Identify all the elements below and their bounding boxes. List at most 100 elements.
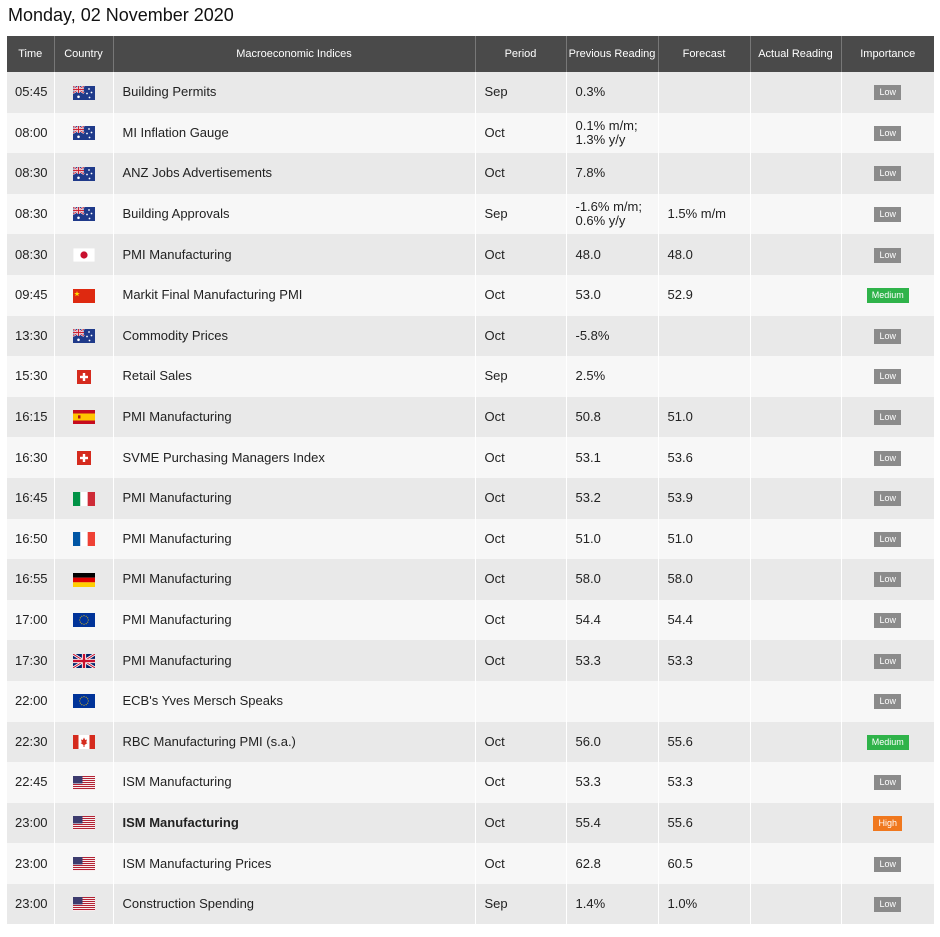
usa-flag-icon xyxy=(72,897,95,912)
table-row: 22:45 ISM Manufacturing Oct 53.3 53.3 Lo… xyxy=(7,762,934,803)
row-actual xyxy=(750,802,842,844)
row-country xyxy=(54,762,114,803)
australia-flag-icon xyxy=(72,207,95,222)
header-actual[interactable]: Actual Reading xyxy=(750,36,842,72)
importance-badge: Low xyxy=(874,694,901,710)
row-index-name[interactable]: Retail Sales xyxy=(113,356,476,397)
uk-flag-icon xyxy=(72,653,95,668)
importance-badge: Low xyxy=(874,369,901,385)
eu-flag-icon xyxy=(72,613,95,628)
row-period: Oct xyxy=(475,234,567,275)
row-index-name[interactable]: Building Approvals xyxy=(113,193,476,235)
row-index-name[interactable]: PMI Manufacturing xyxy=(113,518,476,560)
row-actual xyxy=(750,72,842,113)
row-country xyxy=(54,559,114,600)
row-forecast xyxy=(658,72,751,113)
row-importance: Low xyxy=(841,396,934,438)
row-index-name[interactable]: PMI Manufacturing xyxy=(113,559,476,600)
row-actual xyxy=(750,559,842,600)
table-row: 08:30 PMI Manufacturing Oct 48.0 48.0 Lo… xyxy=(7,234,934,275)
header-country[interactable]: Country xyxy=(54,36,114,72)
row-importance: Low xyxy=(841,680,934,722)
table-row: 22:00 ECB's Yves Mersch Speaks Low xyxy=(7,680,934,722)
row-previous: 53.1 xyxy=(566,437,659,478)
row-time: 22:00 xyxy=(7,680,55,722)
row-period: Sep xyxy=(475,72,567,113)
header-period[interactable]: Period xyxy=(475,36,567,72)
row-index-name[interactable]: Construction Spending xyxy=(113,883,476,925)
row-previous: 53.3 xyxy=(566,762,659,803)
row-index-name[interactable]: ISM Manufacturing Prices xyxy=(113,843,476,884)
row-actual xyxy=(750,518,842,560)
importance-badge: Low xyxy=(874,125,901,141)
row-period: Oct xyxy=(475,518,567,560)
row-country xyxy=(54,802,114,844)
row-time: 16:45 xyxy=(7,477,55,519)
row-country xyxy=(54,274,114,316)
row-importance: Medium xyxy=(841,274,934,316)
australia-flag-icon xyxy=(72,126,95,141)
header-time[interactable]: Time xyxy=(7,36,55,72)
header-forecast[interactable]: Forecast xyxy=(658,36,751,72)
row-forecast: 51.0 xyxy=(658,396,751,438)
row-previous: 50.8 xyxy=(566,396,659,438)
row-actual xyxy=(750,153,842,194)
row-country xyxy=(54,599,114,641)
row-index-name[interactable]: Commodity Prices xyxy=(113,315,476,357)
row-index-name[interactable]: PMI Manufacturing xyxy=(113,396,476,438)
row-index-name[interactable]: ISM Manufacturing xyxy=(113,802,476,844)
table-row: 08:00 MI Inflation Gauge Oct 0.1% m/m; 1… xyxy=(7,112,934,154)
row-actual xyxy=(750,843,842,884)
row-time: 17:30 xyxy=(7,640,55,681)
header-previous[interactable]: Previous Reading xyxy=(566,36,659,72)
row-actual xyxy=(750,721,842,763)
row-index-name[interactable]: PMI Manufacturing xyxy=(113,599,476,641)
row-time: 17:00 xyxy=(7,599,55,641)
row-forecast: 48.0 xyxy=(658,234,751,275)
importance-badge: Low xyxy=(874,572,901,588)
table-row: 09:45 Markit Final Manufacturing PMI Oct… xyxy=(7,274,934,316)
row-importance: Low xyxy=(841,477,934,519)
row-index-name[interactable]: SVME Purchasing Managers Index xyxy=(113,437,476,478)
row-country xyxy=(54,234,114,275)
row-importance: Low xyxy=(841,153,934,194)
row-index-name[interactable]: PMI Manufacturing xyxy=(113,234,476,275)
table-row: 16:50 PMI Manufacturing Oct 51.0 51.0 Lo… xyxy=(7,518,934,560)
row-index-name[interactable]: MI Inflation Gauge xyxy=(113,112,476,154)
row-importance: Low xyxy=(841,762,934,803)
row-index-name[interactable]: PMI Manufacturing xyxy=(113,477,476,519)
row-country xyxy=(54,437,114,478)
row-actual xyxy=(750,356,842,397)
canada-flag-icon xyxy=(72,735,95,750)
table-row: 23:00 Construction Spending Sep 1.4% 1.0… xyxy=(7,883,934,925)
row-country xyxy=(54,356,114,397)
row-time: 16:30 xyxy=(7,437,55,478)
row-importance: Low xyxy=(841,640,934,681)
row-country xyxy=(54,315,114,357)
row-forecast: 55.6 xyxy=(658,802,751,844)
header-index[interactable]: Macroeconomic Indices xyxy=(113,36,476,72)
header-importance[interactable]: Importance xyxy=(841,36,934,72)
row-time: 15:30 xyxy=(7,356,55,397)
row-period: Oct xyxy=(475,274,567,316)
importance-badge: Medium xyxy=(866,288,909,304)
row-previous: 1.4% xyxy=(566,883,659,925)
row-forecast xyxy=(658,112,751,154)
row-period: Oct xyxy=(475,599,567,641)
row-index-name[interactable]: ISM Manufacturing xyxy=(113,762,476,803)
row-index-name[interactable]: RBC Manufacturing PMI (s.a.) xyxy=(113,721,476,763)
row-previous: 53.0 xyxy=(566,274,659,316)
row-index-name[interactable]: ECB's Yves Mersch Speaks xyxy=(113,680,476,722)
row-index-name[interactable]: Markit Final Manufacturing PMI xyxy=(113,274,476,316)
row-forecast: 58.0 xyxy=(658,559,751,600)
row-index-name[interactable]: ANZ Jobs Advertisements xyxy=(113,153,476,194)
germany-flag-icon xyxy=(72,572,95,587)
row-forecast: 52.9 xyxy=(658,274,751,316)
row-time: 08:30 xyxy=(7,193,55,235)
importance-badge: Low xyxy=(874,775,901,791)
importance-badge: Low xyxy=(874,491,901,507)
row-index-name[interactable]: Building Permits xyxy=(113,72,476,113)
france-flag-icon xyxy=(72,532,95,547)
row-importance: Low xyxy=(841,72,934,113)
row-index-name[interactable]: PMI Manufacturing xyxy=(113,640,476,681)
